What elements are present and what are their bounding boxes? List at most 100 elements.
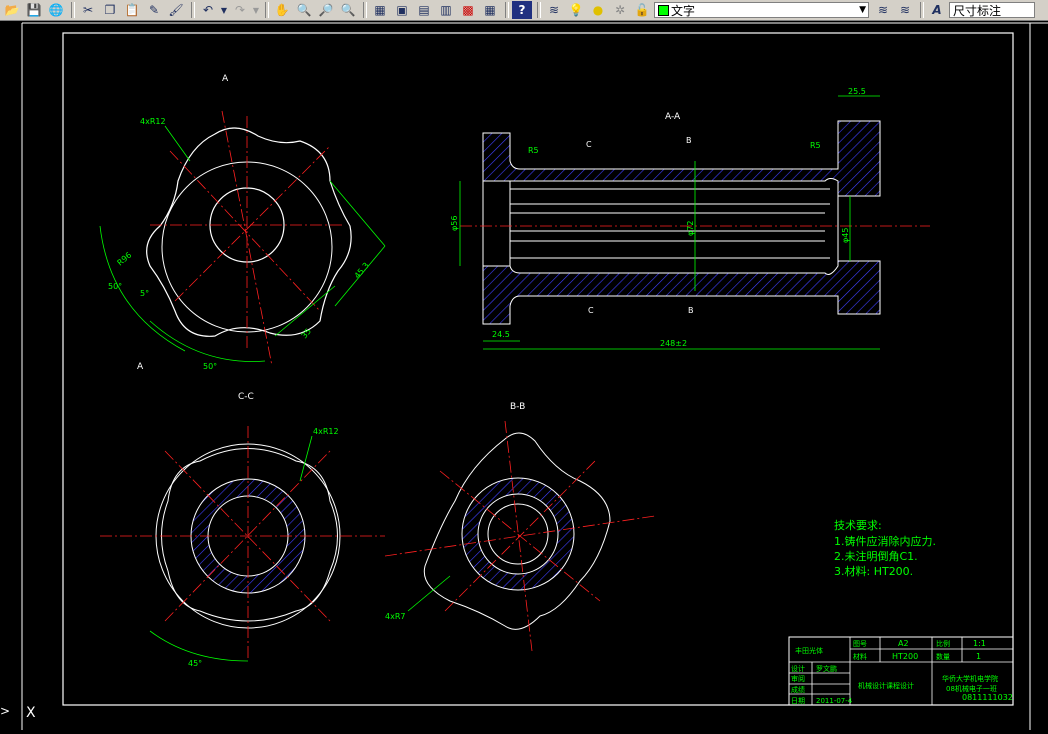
section-bb-view[interactable]: B-B 4xR7 xyxy=(384,402,656,652)
tb-part: 丰田光体 xyxy=(795,646,823,655)
layer-combo-value: 文字 xyxy=(671,3,696,18)
tb-date-label: 日期 xyxy=(791,697,805,705)
chevron-down-icon[interactable]: ▼ xyxy=(220,1,228,19)
dim-arc-45 xyxy=(149,630,249,662)
sheet-icon[interactable]: ▥ xyxy=(436,1,456,19)
dim-phi56: φ56 xyxy=(450,216,459,231)
paste-icon[interactable]: 📋 xyxy=(122,1,142,19)
undo-icon[interactable]: ↶ xyxy=(198,1,218,19)
lock-icon: 🔓 xyxy=(634,3,650,17)
pan-icon[interactable]: ✋ xyxy=(272,1,292,19)
tb-course: 机械设计课程设计 xyxy=(858,681,914,690)
drawing-canvas[interactable]: A A 4xR12 R96 50° 5° 50° 45.3 35 A-A 25.… xyxy=(0,21,1048,730)
section-aa-view[interactable]: A-A 25.5 R5 R5 C C B B φ72 φ56 φ45 24.5 … xyxy=(450,87,930,350)
layer-manager-icon[interactable]: ≋ xyxy=(544,1,564,19)
sun-icon: ● xyxy=(592,3,604,17)
dim-4xr12-front: 4xR12 xyxy=(140,117,166,126)
chevron-down-icon[interactable]: ▼ xyxy=(252,1,260,19)
toolbar-separator xyxy=(537,2,541,18)
cut-c1: C xyxy=(586,140,592,149)
notes-line1: 1.铸件应消除内应力. xyxy=(834,534,936,548)
dim-arc-50b xyxy=(149,320,266,362)
dim-25-5: 25.5 xyxy=(848,87,866,96)
dimstyle-combo[interactable]: 尺寸标注 xyxy=(949,2,1035,18)
chevron-down-icon[interactable]: ▼ xyxy=(859,5,866,15)
dim-r96: R96 xyxy=(116,251,134,268)
layer-color-swatch xyxy=(658,4,669,16)
zoom-window-icon[interactable]: 🔎 xyxy=(316,1,336,19)
tb-mat-label: 材料 xyxy=(853,652,867,661)
label-bb: B-B xyxy=(510,402,525,412)
cut-c2: C xyxy=(588,306,594,315)
dim-248: 248±2 xyxy=(660,339,687,348)
globe-icon[interactable]: 🌐 xyxy=(46,1,66,19)
standard-toolbar: 📂 💾 🌐 ✂ ❐ 📋 ✎ 🖌 ↶ ▼ ↷ ▼ ✋ 🔍 🔎 🔍 ▦ ▣ ▤ ▥ … xyxy=(0,0,1048,21)
centerline-d2 xyxy=(174,145,331,302)
tb-date: 2011-07-4 xyxy=(816,697,853,705)
notes-title: 技术要求: xyxy=(834,519,882,532)
properties-icon[interactable]: ▦ xyxy=(370,1,390,19)
save-icon[interactable]: 💾 xyxy=(24,1,44,19)
tb-designer: 罗文鹏 xyxy=(816,664,837,673)
dim-r5b: R5 xyxy=(810,141,821,150)
label-aa: A-A xyxy=(665,112,681,122)
zoom-realtime-icon[interactable]: 🔍 xyxy=(294,1,314,19)
front-label-a1: A xyxy=(222,74,229,84)
drawing-svg[interactable]: A A 4xR12 R96 50° 5° 50° 45.3 35 A-A 25.… xyxy=(0,21,1048,730)
front-view[interactable]: A A 4xR12 R96 50° 5° 50° 45.3 35 xyxy=(99,74,386,372)
layer-combo[interactable]: 文字 ▼ xyxy=(654,2,869,18)
tb-review-label: 审阅 xyxy=(791,674,805,683)
dim-24-5: 24.5 xyxy=(492,330,510,339)
centerline-d1 xyxy=(169,150,321,312)
brush-icon[interactable]: ✎ xyxy=(144,1,164,19)
tb-material: HT200 xyxy=(892,652,918,661)
dim-r5a: R5 xyxy=(528,146,539,155)
text-style-icon[interactable]: A xyxy=(927,1,947,19)
calculator-icon[interactable]: ▦ xyxy=(480,1,500,19)
ucs-arrow-icon: > xyxy=(0,704,10,718)
tb-designer-label: 设计 xyxy=(791,664,805,673)
dim-45-3: 45.3 xyxy=(353,261,371,280)
hatch-top xyxy=(482,120,881,197)
make-current-icon[interactable]: ≋ xyxy=(873,1,893,19)
tb-qty-label: 数量 xyxy=(936,652,950,661)
dim-4xr7: 4xR7 xyxy=(385,612,405,621)
toolbar-separator xyxy=(191,2,195,18)
label-cc: C-C xyxy=(238,392,254,402)
title-block[interactable]: 丰田光体 图号 A2 材料 HT200 比例 1:1 数量 1 设计 罗文鹏 审… xyxy=(788,636,1014,706)
redo-icon[interactable]: ↷ xyxy=(230,1,250,19)
tb-class: 08机械电子一班 xyxy=(946,684,997,693)
design-center-icon[interactable]: ▣ xyxy=(392,1,412,19)
dimstyle-combo-value: 尺寸标注 xyxy=(953,3,1002,18)
zoom-previous-icon[interactable]: 🔍 xyxy=(338,1,358,19)
front-label-a2: A xyxy=(137,362,144,372)
dim-line xyxy=(329,180,386,247)
dim-45deg: 45° xyxy=(188,659,202,668)
markup-icon[interactable]: ▩ xyxy=(458,1,478,19)
tool-palette-icon[interactable]: ▤ xyxy=(414,1,434,19)
tb-school: 华侨大学机电学院 xyxy=(942,674,998,683)
section-cc-view[interactable]: C-C 4xR12 45° xyxy=(100,392,385,668)
cut-b2: B xyxy=(688,306,694,315)
help-icon[interactable]: ? xyxy=(512,1,532,19)
tb-student-id: 0811111032 xyxy=(962,693,1013,702)
cut-icon[interactable]: ✂ xyxy=(78,1,98,19)
toolbar-separator xyxy=(505,2,509,18)
layer-previous-icon[interactable]: ≋ xyxy=(895,1,915,19)
toolbar-separator xyxy=(363,2,367,18)
tb-scale-label: 比例 xyxy=(936,639,950,648)
tb-scale: 1:1 xyxy=(973,639,986,648)
copy-icon[interactable]: ❐ xyxy=(100,1,120,19)
toolbar-separator xyxy=(265,2,269,18)
freeze-icon: ✲ xyxy=(614,3,626,17)
tb-qty: 1 xyxy=(976,652,981,661)
dim-50a: 50° xyxy=(108,282,122,291)
match-icon[interactable]: 🖌 xyxy=(166,1,186,19)
notes-line2: 2.未注明倒角C1. xyxy=(834,549,918,563)
lightbulb-icon: 💡 xyxy=(568,3,584,17)
cut-b1: B xyxy=(686,136,692,145)
tb-dwg-label: 图号 xyxy=(853,640,867,648)
open-icon[interactable]: 📂 xyxy=(2,1,22,19)
hatch-bottom xyxy=(482,260,881,325)
leader-line xyxy=(407,575,451,612)
